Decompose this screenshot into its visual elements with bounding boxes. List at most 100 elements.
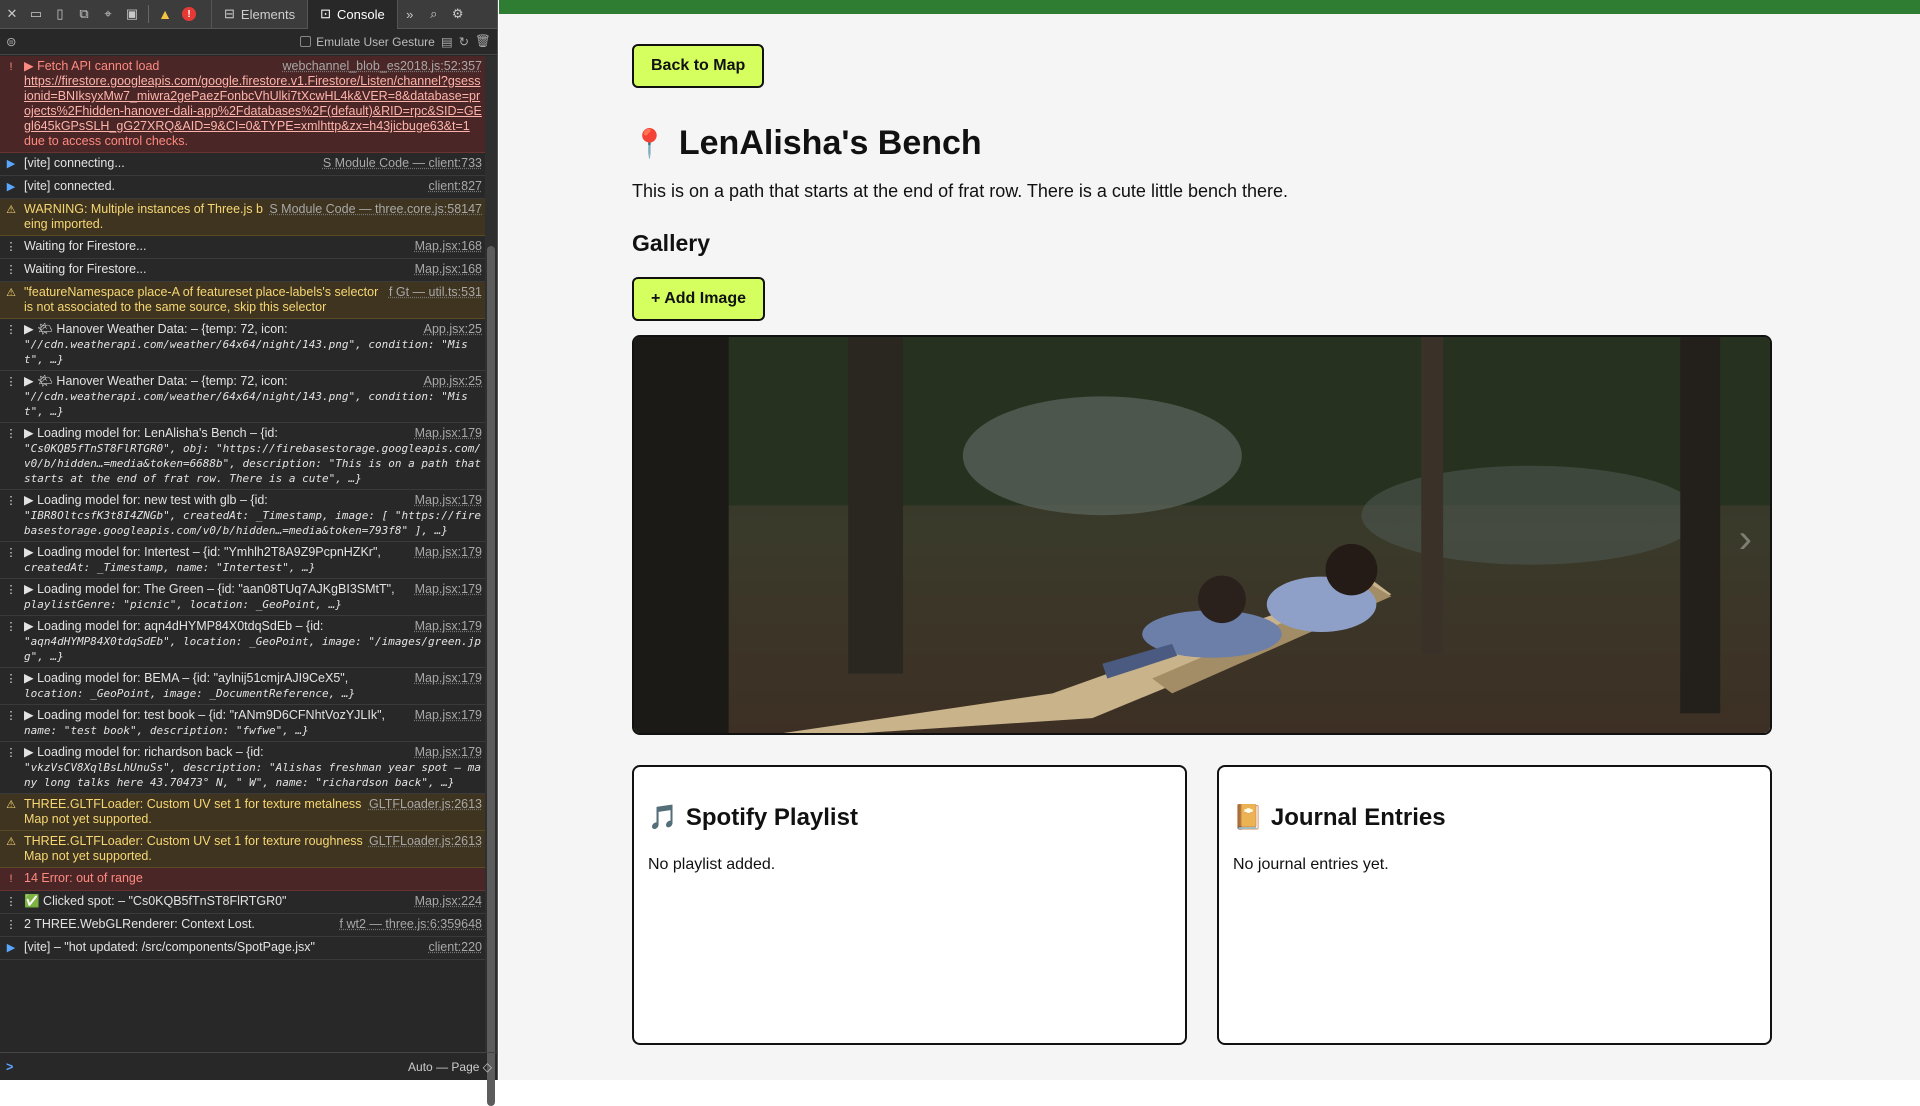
entry-detail: "//cdn.weatherapi.com/weather/64x64/nigh… [24,390,468,418]
inspect-icon[interactable]: ⌖ [96,0,120,29]
context-selector[interactable]: Auto — Page ◇ [408,1060,492,1074]
entry-body: ✅ Clicked spot: – "Cs0KQB5fTnST8FlRTGR0"… [24,894,482,910]
entry-detail: createdAt: _Timestamp, name: "Intertest"… [24,561,316,574]
console-entry[interactable]: ⋮ ▶ Loading model for: Intertest – {id: "… [0,542,486,579]
refresh-icon[interactable]: ↻ [459,34,469,49]
elements-icon: ⊟ [224,6,235,21]
entry-source-link[interactable]: webchannel_blob_es2018.js:52:357 [283,59,482,74]
dock-side-icon[interactable]: ▯ [48,0,72,29]
entry-detail: name: "test book", description: "fwfwe",… [24,724,309,737]
console-entry[interactable]: ⋮ ▶ Loading model for: richardson back – … [0,742,486,794]
entry-source-link[interactable]: Map.jsx:179 [415,619,482,634]
scrollbar-thumb[interactable] [487,246,495,1106]
entry-source-link[interactable]: Map.jsx:179 [415,671,482,686]
entry-source-link[interactable]: Map.jsx:179 [415,708,482,723]
console-prompt[interactable]: > Auto — Page ◇ [0,1052,498,1080]
page-content: Back to Map 📍 LenAlisha's Bench This is o… [632,44,1772,1045]
console-entry[interactable]: ! ▶ Fetch API cannot load webchannel_blob_… [0,56,486,153]
back-to-map-button[interactable]: Back to Map [632,44,765,88]
entry-message: 2 THREE.WebGLRenderer: Context Lost. [24,917,255,931]
console-entry[interactable]: ▶ [vite] connected. client:827 [0,176,486,199]
entry-body: 14 Error: out of range [24,871,482,887]
console-entry[interactable]: ⋮ Waiting for Firestore... Map.jsx:168 [0,236,486,259]
log-icon: ⋮ [5,547,17,559]
entry-source-link[interactable]: S Module Code — three.core.js:58147 [269,202,482,232]
console-entry[interactable]: ⋮ ▶ Loading model for: LenAlisha's Bench … [0,423,486,490]
page-title: LenAlisha's Bench [678,124,982,162]
entry-source-link[interactable]: f wt2 — three.js:6:359648 [340,917,482,932]
journal-empty-text: No journal entries yet. [1233,856,1389,873]
log-icon: ⋮ [5,495,17,507]
entry-source-link[interactable]: f Gt — util.ts:531 [389,285,482,315]
entry-message: [vite] – "hot updated: /src/components/S… [24,940,315,954]
entry-source-link[interactable]: Map.jsx:179 [415,493,482,508]
log-icon: ⋮ [5,919,17,931]
entry-message: ▶ Loading model for: LenAlisha's Bench –… [24,426,278,440]
console-entry[interactable]: ⚠ WARNING: Multiple instances of Three.js… [0,199,486,236]
tab-elements[interactable]: ⊟ Elements [211,0,309,29]
entry-message: Waiting for Firestore... [24,262,147,276]
console-entry[interactable]: ⋮ ▶ 🌤 Hanover Weather Data: – {temp: 72, … [0,371,486,423]
console-entry[interactable]: ⋮ ▶ Loading model for: test book – {id: "… [0,705,486,742]
search-icon[interactable]: ⌕ [422,0,446,29]
undock-icon[interactable]: ⧉ [72,0,96,29]
entry-source-link[interactable]: GLTFLoader.js:2613 [369,797,482,827]
entry-body: THREE.GLTFLoader: Custom UV set 1 for te… [24,797,482,827]
console-entry[interactable]: ⋮ 2 THREE.WebGLRenderer: Context Lost. f w… [0,914,486,937]
next-image-arrow[interactable]: › [1739,517,1752,562]
emulate-gesture-label: Emulate User Gesture [316,34,435,49]
entry-source-link[interactable]: App.jsx:25 [424,374,482,389]
entry-source-link[interactable]: GLTFLoader.js:2613 [369,834,482,864]
console-entry[interactable]: ⚠ "featureNamespace place-A of featureset… [0,282,486,319]
entry-message: ▶ Fetch API cannot load [24,59,160,73]
warning-icon[interactable]: ▲ [153,0,177,29]
console-entry[interactable]: ! 14 Error: out of range [0,868,486,891]
entry-source-link[interactable]: client:220 [428,940,482,955]
tab-elements-label: Elements [240,6,296,22]
console-entry[interactable]: ⚠ THREE.GLTFLoader: Custom UV set 1 for t… [0,794,486,831]
entry-source-link[interactable]: Map.jsx:168 [415,239,482,254]
entry-detail[interactable]: https://firestore.googleapis.com/google.… [24,74,482,134]
device-icon[interactable]: ▣ [120,0,144,29]
console-scrollbar[interactable] [485,56,497,1106]
console-entry[interactable]: ⋮ ✅ Clicked spot: – "Cs0KQB5fTnST8FlRTGR0… [0,891,486,914]
console-entry[interactable]: ⋮ Waiting for Firestore... Map.jsx:168 [0,259,486,282]
close-icon[interactable]: ✕ [0,0,24,29]
entry-source-link[interactable]: Map.jsx:179 [415,582,482,597]
console-entry[interactable]: ⋮ ▶ Loading model for: new test with glb … [0,490,486,542]
entry-message: Waiting for Firestore... [24,239,147,253]
emulate-gesture-checkbox[interactable]: Emulate User Gesture [300,35,435,49]
console-entry[interactable]: ⚠ THREE.GLTFLoader: Custom UV set 1 for t… [0,831,486,868]
clear-console-icon[interactable]: 🗑 [475,34,491,49]
gallery-carousel[interactable]: › [632,335,1772,735]
sidebar-icon[interactable]: ▤ [441,34,453,49]
dock-bottom-icon[interactable]: ▭ [24,0,48,29]
console-entry[interactable]: ⋮ ▶ Loading model for: The Green – {id: "… [0,579,486,616]
settings-gear-icon[interactable]: ⚙ [446,0,470,29]
entry-source-link[interactable]: Map.jsx:224 [415,894,482,909]
tab-console[interactable]: ⊡ Console [308,0,398,29]
entry-source-link[interactable]: App.jsx:25 [424,322,482,337]
entry-source-link[interactable]: Map.jsx:179 [415,545,482,560]
console-entry[interactable]: ⋮ ▶ Loading model for: BEMA – {id: "aylni… [0,668,486,705]
console-entry[interactable]: ⋮ ▶ Loading model for: aqn4dHYMP84X0tdqSd… [0,616,486,668]
entry-source-link[interactable]: Map.jsx:179 [415,745,482,760]
console-entry[interactable]: ⋮ ▶ 🌤 Hanover Weather Data: – {temp: 72, … [0,319,486,371]
entry-source-link[interactable]: Map.jsx:168 [415,262,482,277]
entry-message: ▶ 🌤 Hanover Weather Data: – {temp: 72, i… [24,322,288,336]
checkbox-box[interactable] [300,36,312,47]
page-scrollbar[interactable] [1910,88,1920,1080]
entry-message: THREE.GLTFLoader: Custom UV set 1 for te… [24,797,362,826]
console-entry[interactable]: ▶ [vite] – "hot updated: /src/components/… [0,937,486,960]
entry-body: ▶ Loading model for: new test with glb –… [24,493,482,538]
entry-source-link[interactable]: client:827 [428,179,482,194]
filter-icon[interactable]: ⊜ [6,34,16,49]
more-tabs-icon[interactable]: » [398,0,422,29]
entry-source-link[interactable]: Map.jsx:179 [415,426,482,441]
entry-source-link[interactable]: S Module Code — client:733 [323,156,482,171]
error-icon[interactable]: ! [177,0,201,29]
console-entry[interactable]: ▶ [vite] connecting... S Module Code — cli… [0,153,486,176]
error-icon: ! [9,873,13,885]
add-image-button[interactable]: + Add Image [632,277,765,321]
entry-body: [vite] connecting... S Module Code — clie… [24,156,482,172]
